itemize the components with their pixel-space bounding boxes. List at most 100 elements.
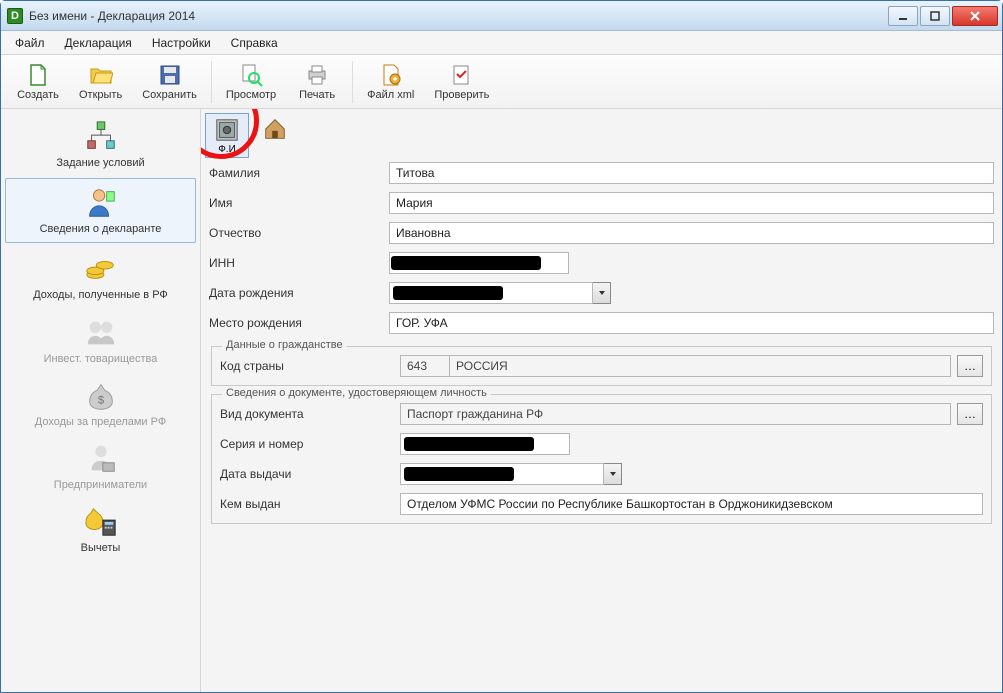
label-country-code: Код страны [220, 359, 400, 373]
fieldset-identity: Сведения о документе, удостоверяющем лич… [211, 394, 992, 524]
save-button[interactable]: Сохранить [132, 59, 207, 105]
workspace: Задание условий Сведения о декларанте До… [1, 109, 1002, 692]
country-lookup-button[interactable]: … [957, 355, 983, 377]
create-button[interactable]: Создать [7, 59, 69, 105]
sidebar-item-declarant[interactable]: Сведения о декларанте [5, 178, 196, 243]
redaction-series [404, 437, 534, 451]
input-surname[interactable] [389, 162, 994, 184]
svg-text:$: $ [97, 394, 104, 406]
sidebar-item-entrepreneur: Предприниматели [1, 435, 200, 498]
label-doctype: Вид документа [220, 407, 400, 421]
menu-settings[interactable]: Настройки [144, 33, 219, 53]
input-country-code [400, 355, 450, 377]
row-inn: ИНН [201, 248, 1002, 278]
printer-icon [305, 63, 329, 87]
maximize-icon [930, 11, 940, 21]
row-birthplace: Место рождения [201, 308, 1002, 338]
label-dob: Дата рождения [209, 286, 389, 300]
safe-icon [213, 116, 241, 144]
app-window: D Без имени - Декларация 2014 Файл Декла… [0, 0, 1003, 693]
row-patronymic: Отчество [201, 218, 1002, 248]
legend-identity: Сведения о документе, удостоверяющем лич… [222, 387, 491, 399]
mode-house-button[interactable] [253, 113, 297, 145]
floppy-icon [158, 63, 182, 87]
dob-dropdown-button[interactable] [593, 282, 611, 304]
chevron-down-icon [609, 470, 617, 478]
input-country-name [449, 355, 951, 377]
label-birthplace: Место рождения [209, 316, 389, 330]
sidebar-item-invest: Инвест. товарищества [1, 309, 200, 372]
minimize-icon [898, 11, 908, 21]
sidebar-item-income-foreign: $ Доходы за пределами РФ [1, 372, 200, 435]
xml-button[interactable]: Файл xml [357, 59, 424, 105]
xml-icon [379, 63, 403, 87]
maximize-button[interactable] [920, 6, 950, 26]
input-doctype [400, 403, 951, 425]
calculator-bag-icon [83, 504, 119, 540]
row-series: Серия и номер [212, 429, 991, 459]
mode-fio-button[interactable]: Ф.И [205, 113, 249, 158]
coins-icon [83, 251, 119, 287]
label-patronymic: Отчество [209, 226, 389, 240]
sidebar-item-conditions[interactable]: Задание условий [1, 113, 200, 176]
redaction-issue-date [404, 467, 514, 481]
person-icon [83, 185, 119, 221]
label-issued-by: Кем выдан [220, 497, 400, 511]
combo-dob [389, 282, 611, 304]
row-issued-by: Кем выдан [212, 489, 991, 519]
minimize-button[interactable] [888, 6, 918, 26]
label-issue-date: Дата выдачи [220, 467, 400, 481]
sidebar-item-deductions[interactable]: Вычеты [1, 498, 200, 561]
new-file-icon [26, 63, 50, 87]
input-issued-by[interactable] [400, 493, 983, 515]
house-icon [261, 115, 289, 143]
row-doctype: Вид документа … [212, 399, 991, 429]
folder-open-icon [89, 63, 113, 87]
toolbar-separator [352, 61, 353, 103]
ellipsis-icon: … [964, 359, 976, 373]
sidebar-item-income-rf[interactable]: Доходы, полученные в РФ [1, 245, 200, 308]
input-patronymic[interactable] [389, 222, 994, 244]
row-surname: Фамилия [201, 158, 1002, 188]
handshake-icon [83, 315, 119, 351]
input-birthplace[interactable] [389, 312, 994, 334]
toolbar: Создать Открыть Сохранить Просмотр Печа [1, 55, 1002, 109]
menubar: Файл Декларация Настройки Справка [1, 31, 1002, 55]
redaction-inn [391, 256, 541, 270]
row-country-code: Код страны … [212, 351, 991, 381]
moneybag-icon: $ [83, 378, 119, 414]
briefcase-person-icon [83, 441, 119, 477]
close-button[interactable] [952, 6, 998, 26]
sidebar: Задание условий Сведения о декларанте До… [1, 109, 201, 692]
menu-file[interactable]: Файл [7, 33, 53, 53]
mode-row: Ф.И [201, 113, 1002, 158]
content-pane: Ф.И Фамилия Имя Отчество [201, 109, 1002, 692]
redaction-dob [393, 286, 503, 300]
open-button[interactable]: Открыть [69, 59, 132, 105]
input-name[interactable] [389, 192, 994, 214]
fieldset-citizenship: Данные о гражданстве Код страны … [211, 346, 992, 386]
label-name: Имя [209, 196, 389, 210]
titlebar: D Без имени - Декларация 2014 [1, 1, 1002, 31]
row-dob: Дата рождения [201, 278, 1002, 308]
print-button[interactable]: Печать [286, 59, 348, 105]
check-button[interactable]: Проверить [424, 59, 499, 105]
chevron-down-icon [598, 289, 606, 297]
app-icon: D [7, 8, 23, 24]
window-title: Без имени - Декларация 2014 [29, 9, 888, 23]
menu-help[interactable]: Справка [223, 33, 286, 53]
label-inn: ИНН [209, 256, 389, 270]
menu-declaration[interactable]: Декларация [57, 33, 140, 53]
issue-date-dropdown-button[interactable] [604, 463, 622, 485]
toolbar-separator [211, 61, 212, 103]
combo-issue-date [400, 463, 622, 485]
check-icon [450, 63, 474, 87]
ellipsis-icon: … [964, 407, 976, 421]
row-issue-date: Дата выдачи [212, 459, 991, 489]
close-icon [969, 10, 981, 22]
magnifier-icon [239, 63, 263, 87]
tree-icon [83, 119, 119, 155]
doctype-lookup-button[interactable]: … [957, 403, 983, 425]
legend-citizenship: Данные о гражданстве [222, 339, 347, 351]
preview-button[interactable]: Просмотр [216, 59, 286, 105]
